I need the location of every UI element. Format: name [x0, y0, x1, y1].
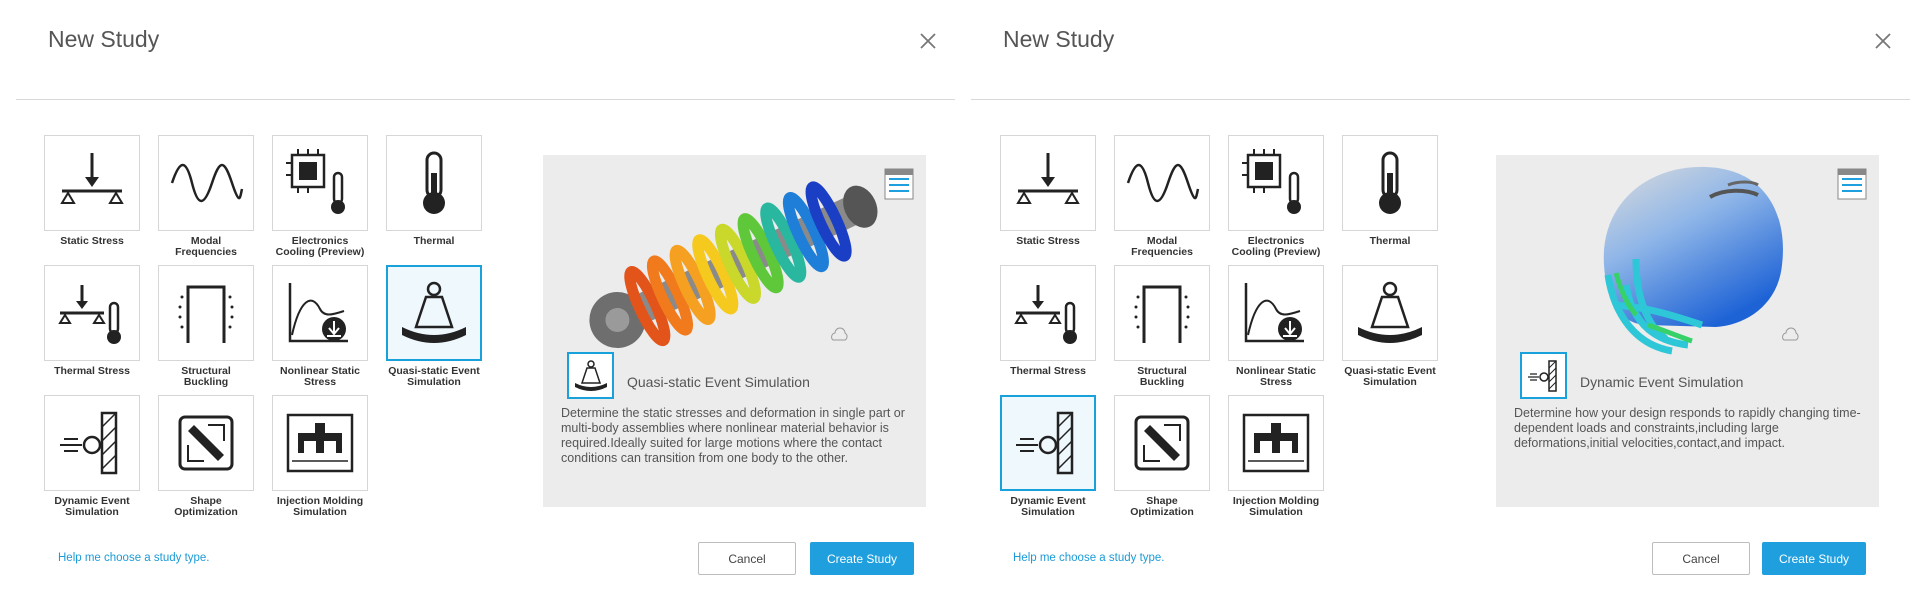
preview-description: Determine the static stresses and deform… [561, 406, 905, 465]
tile-label: Dynamic Event Simulation [1010, 495, 1086, 518]
tile-thermal-stress[interactable]: Thermal Stress [1000, 265, 1096, 377]
tile-label: Static Stress [1016, 235, 1080, 247]
help-choose-study-link[interactable]: Help me choose a study type. [58, 552, 210, 564]
thermal-icon [423, 151, 445, 214]
tile-label: Thermal Stress [54, 365, 130, 377]
selected-study-icon [1520, 352, 1567, 399]
tile-structural-buckling[interactable]: Structural Buckling [158, 265, 254, 388]
tile-thermal[interactable]: Thermal [386, 135, 482, 247]
tile-electronics-cooling[interactable]: Electronics Cooling (Preview) [1228, 135, 1324, 258]
study-preview-panel: Quasi-static Event Simulation Determine … [543, 155, 926, 507]
static-stress-icon [1016, 153, 1080, 204]
injection-molding-icon [1242, 413, 1310, 473]
tile-injection-molding[interactable]: Injection Molding Simulation [1228, 395, 1324, 518]
close-icon[interactable] [1872, 30, 1894, 52]
preview-title: Quasi-static Event Simulation [627, 374, 810, 390]
tile-shape-optimization[interactable]: Shape Optimization [1114, 395, 1210, 518]
modal-frequencies-icon [170, 163, 244, 203]
help-choose-study-link[interactable]: Help me choose a study type. [1013, 552, 1165, 564]
tile-modal-frequencies[interactable]: Modal Frequencies [1114, 135, 1210, 258]
structural-buckling-icon [1134, 285, 1190, 343]
shape-optimization-icon [178, 415, 234, 471]
nonlinear-static-stress-icon [288, 283, 348, 343]
tile-structural-buckling[interactable]: Structural Buckling [1114, 265, 1210, 388]
tile-label: Injection Molding Simulation [1232, 495, 1320, 518]
cancel-button[interactable]: Cancel [698, 542, 796, 575]
tile-label: Structural Buckling [181, 365, 231, 388]
shape-optimization-icon [1134, 415, 1190, 471]
tile-injection-molding[interactable]: Injection Molding Simulation [272, 395, 368, 518]
dynamic-event-icon [1016, 411, 1074, 475]
quasi-static-event-icon [402, 281, 466, 343]
tile-quasi-static-event[interactable]: Quasi-static Event Simulation [1342, 265, 1438, 388]
electronics-cooling-icon [286, 149, 345, 214]
injection-molding-icon [286, 413, 354, 473]
dynamic-event-icon [60, 411, 118, 475]
tile-label: Structural Buckling [1137, 365, 1187, 388]
nonlinear-static-stress-icon [1244, 283, 1304, 343]
shock-absorber-spring-image [543, 155, 926, 365]
tile-label: Electronics Cooling (Preview) [275, 235, 365, 258]
header-divider [971, 99, 1910, 100]
quasi-static-event-icon [1358, 281, 1422, 343]
tile-label: Quasi-static Event Simulation [1344, 365, 1436, 388]
tile-shape-optimization[interactable]: Shape Optimization [158, 395, 254, 518]
tile-label: Thermal [413, 235, 455, 247]
tile-nonlinear-static-stress[interactable]: Nonlinear Static Stress [1228, 265, 1324, 388]
create-study-button[interactable]: Create Study [810, 542, 914, 575]
tile-dynamic-event[interactable]: Dynamic Event Simulation [44, 395, 140, 518]
tile-label: Modal Frequencies [1131, 235, 1193, 258]
tile-electronics-cooling[interactable]: Electronics Cooling (Preview) [272, 135, 368, 258]
header-divider [16, 99, 955, 100]
cancel-button[interactable]: Cancel [1652, 542, 1750, 575]
tile-label: Nonlinear Static Stress [1236, 365, 1316, 388]
close-icon[interactable] [917, 30, 939, 52]
modal-frequencies-icon [1126, 163, 1200, 203]
tile-label: Thermal [1369, 235, 1411, 247]
electronics-cooling-icon [1242, 149, 1301, 214]
tile-label: Nonlinear Static Stress [280, 365, 360, 388]
preview-description: Determine how your design responds to ra… [1514, 406, 1861, 450]
tile-label: Shape Optimization [1130, 495, 1194, 518]
tile-label: Injection Molding Simulation [276, 495, 364, 518]
tile-thermal[interactable]: Thermal [1342, 135, 1438, 247]
tile-label: Modal Frequencies [175, 235, 237, 258]
quasi-static-event-icon [574, 359, 607, 391]
preview-title: Dynamic Event Simulation [1580, 374, 1744, 390]
tile-quasi-static-event[interactable]: Quasi-static Event Simulation [386, 265, 482, 388]
tile-label: Static Stress [60, 235, 124, 247]
tile-thermal-stress[interactable]: Thermal Stress [44, 265, 140, 377]
tile-label: Thermal Stress [1010, 365, 1086, 377]
dialog-title: New Study [1003, 26, 1115, 52]
tile-dynamic-event[interactable]: Dynamic Event Simulation [1000, 395, 1096, 518]
selected-study-icon [567, 352, 614, 399]
helmet-image [1496, 155, 1879, 365]
create-study-button[interactable]: Create Study [1762, 542, 1866, 575]
structural-buckling-icon [178, 285, 234, 343]
tile-static-stress[interactable]: Static Stress [1000, 135, 1096, 247]
tile-modal-frequencies[interactable]: Modal Frequencies [158, 135, 254, 258]
new-study-dialog-left: New Study Static Stress Modal Frequencie… [0, 0, 955, 594]
static-stress-icon [60, 153, 124, 204]
dialog-title: New Study [48, 26, 160, 52]
tile-nonlinear-static-stress[interactable]: Nonlinear Static Stress [272, 265, 368, 388]
tile-label: Dynamic Event Simulation [54, 495, 130, 518]
dynamic-event-icon [1527, 359, 1557, 392]
thermal-icon [1379, 151, 1401, 214]
tile-static-stress[interactable]: Static Stress [44, 135, 140, 247]
thermal-stress-icon [1014, 285, 1077, 344]
tile-label: Shape Optimization [174, 495, 238, 518]
new-study-dialog-right: New Study Static Stress Modal Frequencie… [955, 0, 1910, 594]
thermal-stress-icon [58, 285, 121, 344]
tile-label: Quasi-static Event Simulation [388, 365, 480, 388]
study-preview-panel: Dynamic Event Simulation Determine how y… [1496, 155, 1879, 507]
tile-label: Electronics Cooling (Preview) [1231, 235, 1321, 258]
